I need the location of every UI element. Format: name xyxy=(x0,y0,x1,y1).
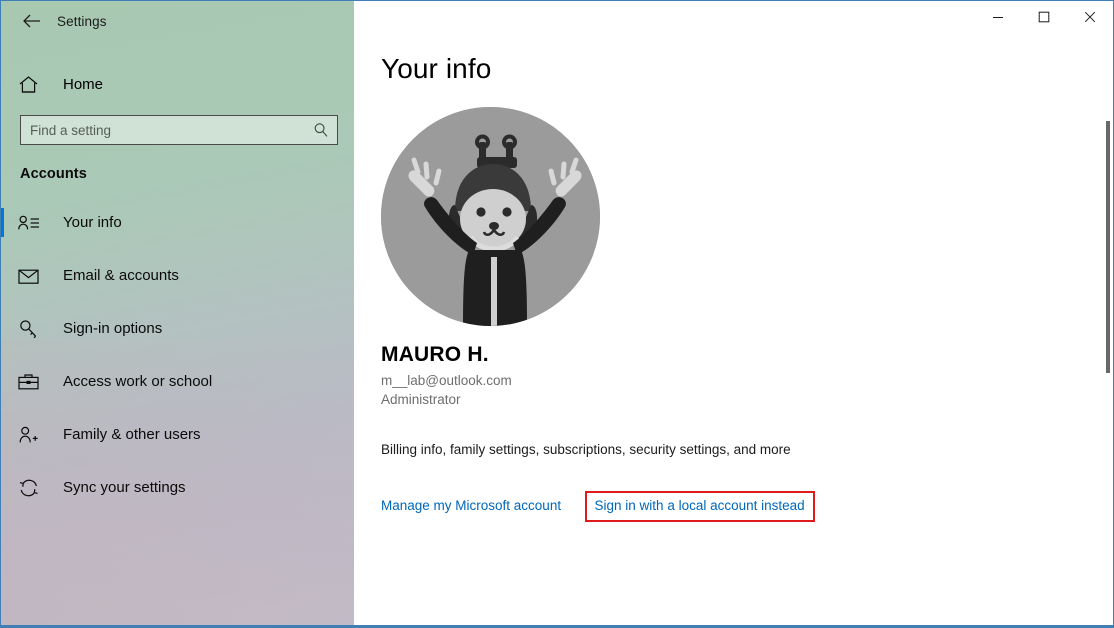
envelope-icon xyxy=(18,268,48,284)
profile-avatar-image xyxy=(381,107,600,326)
billing-description: Billing info, family settings, subscript… xyxy=(381,442,791,457)
back-arrow-icon[interactable] xyxy=(9,5,53,37)
sidebar-item-access-work-school[interactable]: Access work or school xyxy=(1,355,354,408)
sidebar-category-heading: Accounts xyxy=(20,166,87,182)
main-content: Your info MAURO H. m__lab@outlook.com Ad… xyxy=(354,1,1113,627)
sidebar-item-your-info-label: Your info xyxy=(63,214,122,231)
user-details-icon xyxy=(18,215,48,231)
sidebar-item-email-accounts-label: Email & accounts xyxy=(63,267,179,284)
sidebar-item-signin-options-label: Sign-in options xyxy=(63,320,163,337)
search-input[interactable] xyxy=(21,122,337,138)
sidebar-item-access-work-school-label: Access work or school xyxy=(63,373,213,390)
key-icon xyxy=(18,319,48,339)
app-title: Settings xyxy=(57,13,107,29)
sidebar-item-home[interactable]: Home xyxy=(1,64,354,104)
sign-in-local-account-link[interactable]: Sign in with a local account instead xyxy=(595,498,805,513)
sidebar-item-home-label: Home xyxy=(63,75,104,93)
sidebar-item-email-accounts[interactable]: Email & accounts xyxy=(1,249,354,302)
manage-microsoft-account-link[interactable]: Manage my Microsoft account xyxy=(381,498,561,513)
account-email: m__lab@outlook.com xyxy=(381,373,512,388)
sidebar-nav-list: Your info Email & accounts Sign-in optio… xyxy=(1,196,354,514)
page-title: Your info xyxy=(381,53,492,84)
sidebar-item-family-other-users-label: Family & other users xyxy=(63,426,201,443)
window-controls xyxy=(975,1,1113,41)
sidebar-item-signin-options[interactable]: Sign-in options xyxy=(1,302,354,355)
settings-window: Settings Home Accounts xyxy=(0,0,1114,628)
window-bottom-border xyxy=(1,625,1113,627)
titlebar-left: Settings xyxy=(1,1,354,41)
scrollbar[interactable] xyxy=(1103,111,1111,383)
close-icon[interactable] xyxy=(1067,1,1113,33)
sidebar-item-sync-settings[interactable]: Sync your settings xyxy=(1,461,354,514)
add-user-icon xyxy=(18,426,48,444)
minimize-icon[interactable] xyxy=(975,1,1021,33)
sync-icon xyxy=(18,478,48,498)
sidebar-item-family-other-users[interactable]: Family & other users xyxy=(1,408,354,461)
briefcase-icon xyxy=(18,373,48,391)
home-icon xyxy=(18,75,48,94)
local-account-highlight-box: Sign in with a local account instead xyxy=(584,491,815,522)
sidebar-item-your-info[interactable]: Your info xyxy=(1,196,354,249)
sidebar: Settings Home Accounts xyxy=(1,1,354,627)
maximize-icon[interactable] xyxy=(1021,1,1067,33)
search-icon[interactable] xyxy=(313,122,329,138)
account-name: MAURO H. xyxy=(381,343,489,366)
scrollbar-thumb[interactable] xyxy=(1106,121,1110,373)
account-role: Administrator xyxy=(381,392,461,407)
search-box[interactable] xyxy=(20,115,338,145)
sidebar-item-sync-settings-label: Sync your settings xyxy=(63,479,186,496)
